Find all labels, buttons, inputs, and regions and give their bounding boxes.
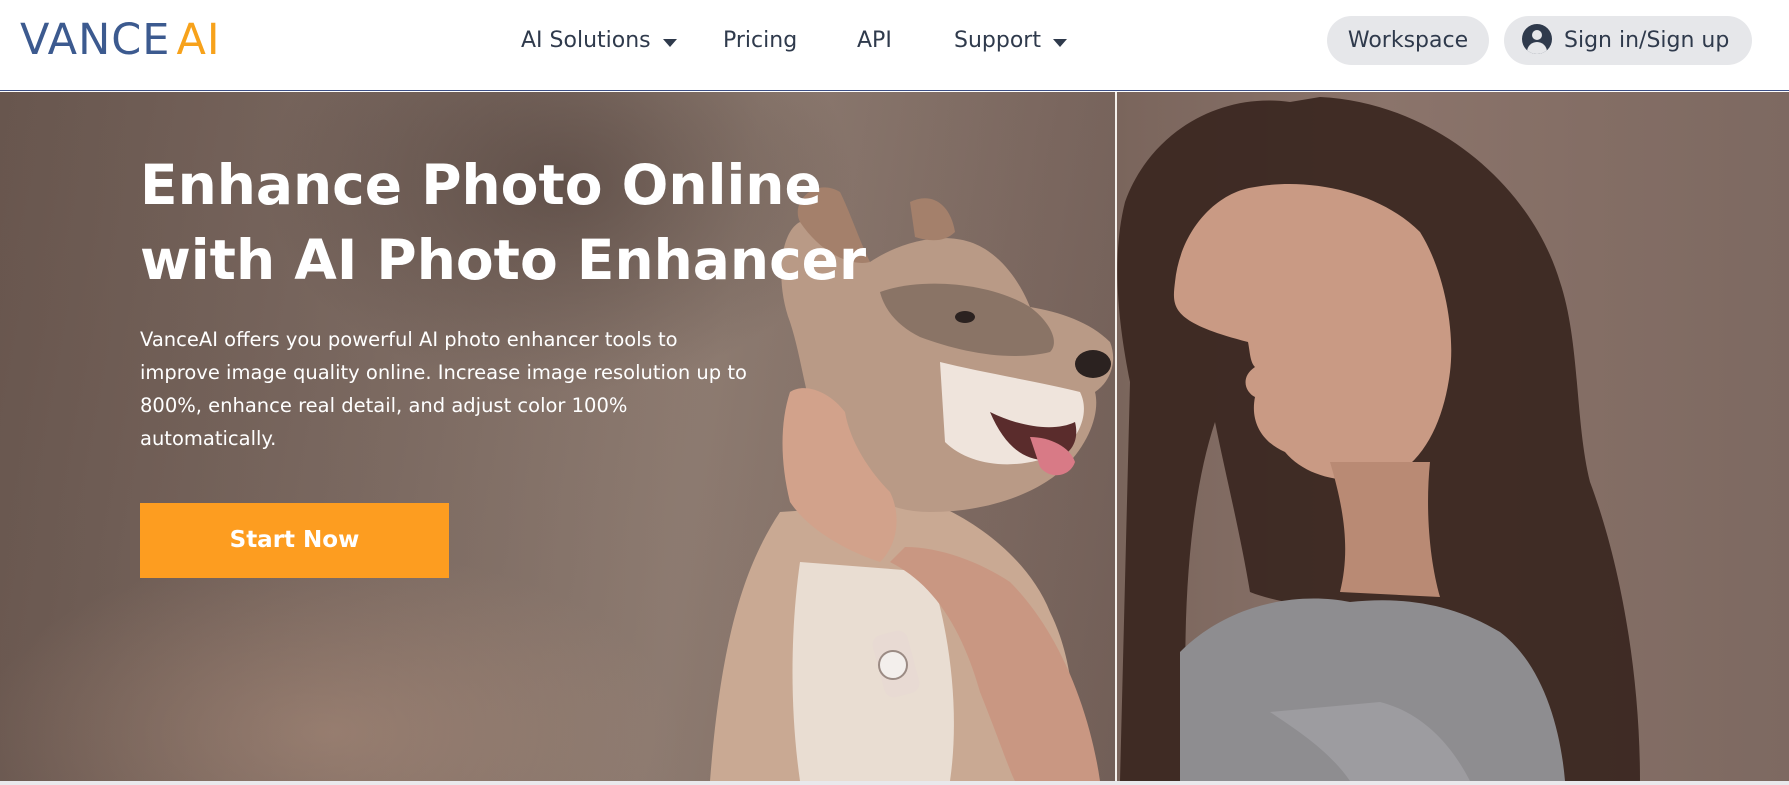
nav-pricing[interactable]: Pricing [723, 26, 797, 56]
caret-down-icon [1052, 39, 1067, 47]
vanceai-logo[interactable]: VANCE AI [20, 18, 221, 62]
user-avatar-icon [1522, 24, 1552, 54]
nav-ai-solutions[interactable]: AI Solutions [521, 26, 677, 56]
page-bottom-divider [0, 781, 1789, 785]
nav-ai-solutions-label: AI Solutions [521, 28, 651, 53]
logo-text-vance: VANCE [20, 15, 171, 65]
nav-support[interactable]: Support [954, 26, 1067, 56]
hero-section: Enhance Photo Online with AI Photo Enhan… [0, 92, 1789, 781]
nav-api[interactable]: API [857, 26, 892, 56]
nav-pricing-label: Pricing [723, 28, 798, 53]
signin-button[interactable]: Sign in/Sign up [1504, 16, 1752, 65]
site-header: VANCE AI AI Solutions Pricing API Support… [0, 0, 1789, 91]
workspace-button[interactable]: Workspace [1327, 16, 1489, 65]
comparison-divider-handle[interactable] [1115, 92, 1117, 781]
signin-label: Sign in/Sign up [1564, 28, 1730, 53]
logo-text-ai: AI [176, 15, 221, 65]
caret-down-icon [662, 39, 677, 47]
nav-support-label: Support [954, 28, 1041, 53]
hero-description: VanceAI offers you powerful AI photo enh… [140, 328, 747, 450]
nav-api-label: API [857, 28, 892, 53]
hero-title: Enhance Photo Online with AI Photo Enhan… [140, 153, 867, 292]
start-now-button[interactable]: Start Now [140, 503, 449, 578]
